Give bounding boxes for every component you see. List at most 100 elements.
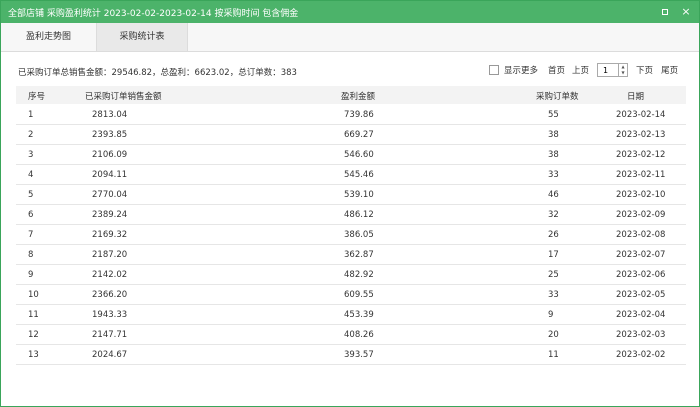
- prev-page-link[interactable]: 上页: [572, 64, 589, 76]
- cell-profit: 482.92: [344, 270, 374, 280]
- table-row[interactable]: 4 2094.11 545.46 33 2023-02-11: [16, 165, 686, 185]
- cell-date: 2023-02-11: [616, 170, 666, 180]
- table-row[interactable]: 7 2169.32 386.05 26 2023-02-08: [16, 225, 686, 245]
- cell-sales-amount: 2024.67: [92, 350, 128, 360]
- cell-order-count: 46: [548, 190, 559, 200]
- cell-sales-amount: 2813.04: [92, 110, 128, 120]
- title-bar: 全部店铺 采购盈利统计 2023-02-02-2023-02-14 按采购时间 …: [1, 1, 699, 23]
- show-more-checkbox[interactable]: [489, 65, 499, 75]
- cell-date: 2023-02-07: [616, 250, 666, 260]
- table-header: 序号 已采购订单销售金额 盈利金额 采购订单数 日期: [16, 86, 686, 104]
- table-row[interactable]: 1 2813.04 739.86 55 2023-02-14: [16, 105, 686, 125]
- cell-date: 2023-02-05: [616, 290, 666, 300]
- cell-date: 2023-02-06: [616, 270, 666, 280]
- cell-order-count: 32: [548, 210, 559, 220]
- restore-button[interactable]: [660, 7, 670, 17]
- cell-profit: 546.60: [344, 150, 374, 160]
- tab-bar: 盈利走势图 采购统计表: [1, 23, 699, 52]
- summary-text: 已采购订单总销售金额：29546.82，总盈利：6623.02，总订单数：383: [18, 68, 297, 78]
- cell-sales-amount: 2366.20: [92, 290, 128, 300]
- cell-profit: 739.86: [344, 110, 374, 120]
- cell-order-count: 38: [548, 130, 559, 140]
- cell-sales-amount: 2389.24: [92, 210, 128, 220]
- cell-order-count: 17: [548, 250, 559, 260]
- cell-sales-amount: 2770.04: [92, 190, 128, 200]
- cell-sales-amount: 2142.02: [92, 270, 128, 280]
- header-date: 日期: [627, 92, 645, 102]
- cell-sales-amount: 2094.11: [92, 170, 128, 180]
- table-row[interactable]: 2 2393.85 669.27 38 2023-02-13: [16, 125, 686, 145]
- cell-order-count: 25: [548, 270, 559, 280]
- show-more-label: 显示更多: [504, 66, 539, 76]
- table-row[interactable]: 9 2142.02 482.92 25 2023-02-06: [16, 265, 686, 285]
- page-number-input[interactable]: [597, 63, 620, 77]
- cell-profit: 362.87: [344, 250, 374, 260]
- cell-order-count: 20: [548, 330, 559, 340]
- cell-profit: 486.12: [344, 210, 374, 220]
- cell-sales-amount: 2169.32: [92, 230, 128, 240]
- table-row[interactable]: 12 2147.71 408.26 20 2023-02-03: [16, 325, 686, 345]
- cell-profit: 386.05: [344, 230, 374, 240]
- cell-sales-amount: 2393.85: [92, 130, 128, 140]
- tab-purchase-table[interactable]: 采购统计表: [96, 23, 188, 51]
- restore-icon: [662, 9, 668, 15]
- cell-index: 6: [28, 210, 34, 220]
- cell-index: 13: [28, 350, 39, 360]
- cell-profit: 539.10: [344, 190, 374, 200]
- window-title: 全部店铺 采购盈利统计 2023-02-02-2023-02-14 按采购时间 …: [8, 9, 299, 19]
- cell-profit: 609.55: [344, 290, 374, 300]
- table-row[interactable]: 8 2187.20 362.87 17 2023-02-07: [16, 245, 686, 265]
- cell-profit: 393.57: [344, 350, 374, 360]
- cell-date: 2023-02-08: [616, 230, 666, 240]
- cell-index: 7: [28, 230, 34, 240]
- header-index: 序号: [28, 92, 46, 102]
- cell-sales-amount: 1943.33: [92, 310, 128, 320]
- table-row[interactable]: 6 2389.24 486.12 32 2023-02-09: [16, 205, 686, 225]
- cell-index: 11: [28, 310, 39, 320]
- cell-sales-amount: 2106.09: [92, 150, 128, 160]
- cell-order-count: 33: [548, 170, 559, 180]
- cell-date: 2023-02-03: [616, 330, 666, 340]
- cell-profit: 408.26: [344, 330, 374, 340]
- cell-index: 8: [28, 250, 34, 260]
- last-page-link[interactable]: 尾页: [661, 64, 678, 76]
- cell-sales-amount: 2147.71: [92, 330, 128, 340]
- cell-date: 2023-02-13: [616, 130, 666, 140]
- tab-profit-trend[interactable]: 盈利走势图: [1, 23, 96, 51]
- spinner-down-icon[interactable]: ▼: [619, 70, 627, 76]
- cell-date: 2023-02-12: [616, 150, 666, 160]
- header-profit: 盈利金额: [341, 92, 376, 102]
- header-sales-amount: 已采购订单销售金额: [85, 92, 162, 102]
- cell-date: 2023-02-10: [616, 190, 666, 200]
- cell-index: 12: [28, 330, 39, 340]
- dialog-window: 全部店铺 采购盈利统计 2023-02-02-2023-02-14 按采购时间 …: [0, 0, 700, 407]
- cell-date: 2023-02-04: [616, 310, 666, 320]
- cell-profit: 453.39: [344, 310, 374, 320]
- cell-order-count: 26: [548, 230, 559, 240]
- page-spinner: ▲ ▼: [619, 63, 629, 77]
- cell-index: 5: [28, 190, 34, 200]
- cell-date: 2023-02-09: [616, 210, 666, 220]
- pagination: 显示更多 首页 上页 ▲ ▼ 下页 尾页: [489, 62, 678, 78]
- first-page-link[interactable]: 首页: [548, 64, 565, 76]
- cell-index: 4: [28, 170, 34, 180]
- cell-profit: 545.46: [344, 170, 374, 180]
- cell-order-count: 38: [548, 150, 559, 160]
- table-row[interactable]: 10 2366.20 609.55 33 2023-02-05: [16, 285, 686, 305]
- table-row[interactable]: 3 2106.09 546.60 38 2023-02-12: [16, 145, 686, 165]
- cell-index: 3: [28, 150, 34, 160]
- cell-order-count: 55: [548, 110, 559, 120]
- header-order-count: 采购订单数: [536, 92, 579, 102]
- close-icon: ×: [681, 5, 691, 18]
- cell-order-count: 33: [548, 290, 559, 300]
- table-row[interactable]: 13 2024.67 393.57 11 2023-02-02: [16, 345, 686, 365]
- table-row[interactable]: 11 1943.33 453.39 9 2023-02-04: [16, 305, 686, 325]
- cell-order-count: 11: [548, 350, 559, 360]
- cell-date: 2023-02-02: [616, 350, 666, 360]
- close-button[interactable]: ×: [681, 5, 691, 18]
- cell-date: 2023-02-14: [616, 110, 666, 120]
- next-page-link[interactable]: 下页: [636, 64, 653, 76]
- cell-sales-amount: 2187.20: [92, 250, 128, 260]
- table-row[interactable]: 5 2770.04 539.10 46 2023-02-10: [16, 185, 686, 205]
- cell-index: 1: [28, 110, 34, 120]
